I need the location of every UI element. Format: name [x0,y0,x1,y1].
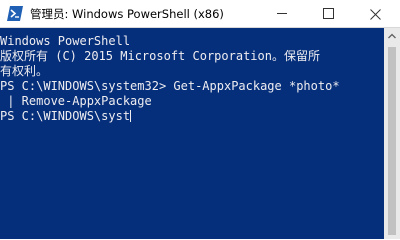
close-button[interactable] [351,0,400,27]
minimize-icon [277,13,287,14]
scrollbar-thumb[interactable] [388,47,396,235]
vertical-scrollbar[interactable] [384,28,400,239]
title-bar[interactable]: 管理员: Windows PowerShell (x86) [0,0,400,28]
text-cursor [130,110,132,122]
powershell-window: 管理员: Windows PowerShell (x86) Windows Po… [0,0,400,239]
prompt-text: PS C:\WINDOWS\syst [0,109,131,123]
window-title: 管理员: Windows PowerShell (x86) [30,7,224,21]
scroll-up-icon[interactable] [384,28,400,45]
console-line-pipe: | Remove-AppxPackage [0,94,152,108]
maximize-button[interactable] [305,0,351,27]
console-line-copyright: 版权所有 (C) 2015 Microsoft Corporation。保留所 [0,49,320,63]
console-line-command: PS C:\WINDOWS\system32> Get-AppxPackage … [0,79,340,93]
close-icon [370,7,381,20]
console-output[interactable]: Windows PowerShell 版权所有 (C) 2015 Microso… [0,28,384,239]
console-line-header: Windows PowerShell [0,34,131,48]
powershell-icon[interactable] [7,6,23,21]
console-line-prompt[interactable]: PS C:\WINDOWS\syst [0,109,384,124]
minimize-button[interactable] [259,0,305,27]
maximize-icon [323,8,334,19]
console-line-rights: 有权利。 [0,64,49,78]
